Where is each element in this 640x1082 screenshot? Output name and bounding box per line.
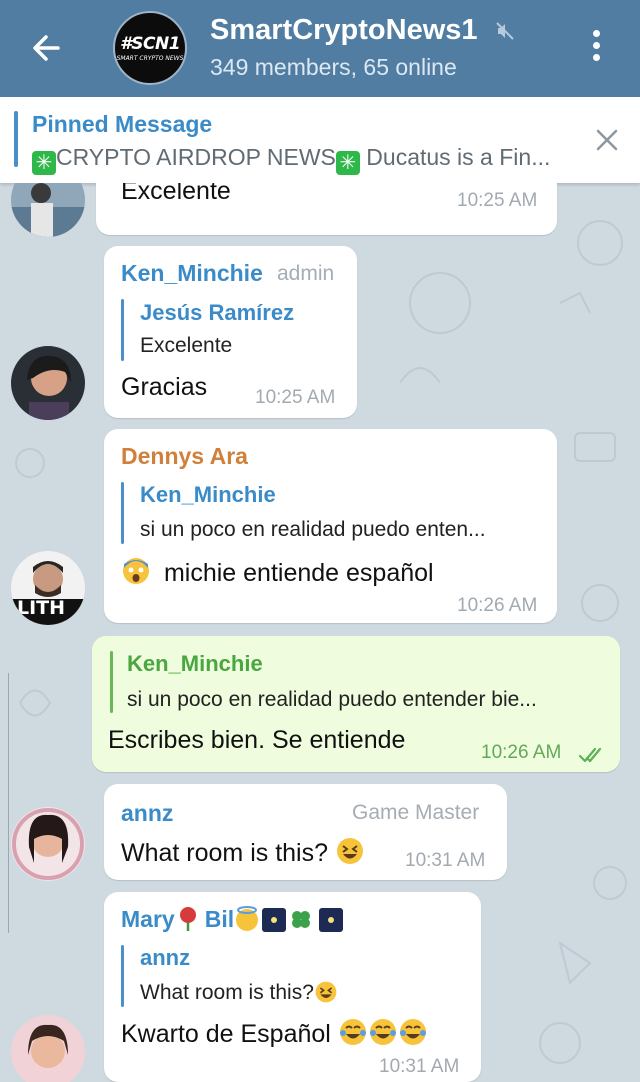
back-arrow-icon[interactable] bbox=[28, 28, 72, 68]
group-subtitle: 349 members, 65 online bbox=[210, 54, 457, 80]
rose-emoji-icon bbox=[179, 907, 196, 931]
avatar[interactable] bbox=[11, 807, 85, 881]
message-text-row: What room is this? bbox=[121, 836, 365, 868]
reply-sender-name[interactable]: Ken_Minchie bbox=[140, 482, 276, 508]
sender-role: Game Master bbox=[352, 801, 480, 824]
sender-role: admin bbox=[277, 262, 335, 285]
chat-area[interactable]: Excelente 10:25 AM Ken_Minchie admin Jes… bbox=[0, 183, 640, 1082]
avatar[interactable] bbox=[11, 1015, 85, 1082]
message-text-row: michie entiende español bbox=[121, 556, 434, 588]
more-options-icon[interactable] bbox=[588, 30, 604, 66]
sparkle-emoji-icon: ✳ bbox=[32, 151, 56, 175]
sender-name-row[interactable]: Mary Bil bbox=[121, 906, 344, 933]
message-time: 10:26 AM bbox=[481, 742, 562, 763]
message-text-row: Kwarto de Español bbox=[121, 1017, 428, 1049]
message-bubble[interactable]: Ken_Minchie admin Jesús Ramírez Excelent… bbox=[104, 246, 357, 418]
sender-name[interactable]: Dennys Ara bbox=[121, 443, 248, 470]
reply-sender-name[interactable]: Ken_Minchie bbox=[127, 651, 263, 677]
double-check-icon bbox=[578, 747, 602, 763]
night-sky-emoji-icon bbox=[319, 908, 344, 932]
reply-accent-bar bbox=[121, 945, 124, 1007]
group-title[interactable]: SmartCryptoNews1 bbox=[210, 14, 478, 47]
message-time: 10:26 AM bbox=[457, 595, 538, 616]
message-time: 10:31 AM bbox=[405, 850, 486, 871]
message-text: Escribes bien. Se entiende bbox=[108, 726, 406, 754]
halo-emoji-icon bbox=[236, 906, 259, 931]
reply-accent-bar bbox=[110, 651, 113, 713]
pinned-text-main: CRYPTO AIRDROP NEWS bbox=[56, 144, 336, 170]
sparkle-emoji-icon: ✳ bbox=[335, 151, 360, 175]
scream-emoji-icon bbox=[123, 558, 149, 584]
scroll-handle[interactable] bbox=[0, 673, 9, 933]
message-time: 10:25 AM bbox=[255, 387, 336, 408]
avatar[interactable] bbox=[11, 346, 85, 420]
tears-of-joy-emoji-icon bbox=[399, 1019, 426, 1045]
pinned-text-after: Ducatus is a Fin... bbox=[366, 144, 551, 170]
clover-emoji-icon bbox=[292, 911, 311, 928]
chat-header: #SCN1 SMART CRYPTO NEWS SmartCryptoNews1… bbox=[0, 0, 640, 97]
message-bubble[interactable]: annz Game Master What room is this? 10:3… bbox=[104, 784, 507, 880]
laughing-emoji-icon bbox=[336, 838, 363, 864]
close-icon[interactable] bbox=[594, 127, 620, 153]
reply-accent-bar bbox=[121, 482, 124, 544]
reply-text: What room is this? bbox=[140, 981, 314, 1004]
message-text: michie entiende español bbox=[163, 559, 434, 587]
sender-name: Mary bbox=[121, 906, 175, 932]
message-bubble[interactable]: Excelente 10:25 AM bbox=[96, 183, 557, 235]
muted-speaker-icon bbox=[496, 22, 514, 40]
sender-name[interactable]: Ken_Minchie bbox=[121, 260, 263, 287]
group-avatar[interactable]: #SCN1 SMART CRYPTO NEWS bbox=[113, 11, 187, 85]
night-sky-emoji-icon bbox=[262, 908, 287, 932]
pinned-message-text: ✳ CRYPTO AIRDROP NEWS ✳ Ducatus is a Fin..… bbox=[32, 144, 550, 175]
reply-text[interactable]: si un poco en realidad puedo entender bi… bbox=[127, 688, 537, 712]
message-bubble[interactable]: Mary Bil annz What room is this? Kwarto d… bbox=[104, 892, 481, 1082]
reply-sender-name[interactable]: Jesús Ramírez bbox=[140, 300, 294, 326]
group-avatar-logo-text: #SCN1 bbox=[119, 34, 181, 54]
reply-sender-name[interactable]: annz bbox=[140, 945, 190, 971]
message-text: Excelente bbox=[121, 183, 231, 205]
pinned-message-bar[interactable]: Pinned Message ✳ CRYPTO AIRDROP NEWS ✳ Duc… bbox=[0, 97, 640, 183]
message-time: 10:25 AM bbox=[457, 190, 538, 211]
reply-accent-bar bbox=[121, 299, 124, 361]
reply-text[interactable]: si un poco en realidad puedo enten... bbox=[140, 518, 486, 542]
message-bubble-outgoing[interactable]: Ken_Minchie si un poco en realidad puedo… bbox=[92, 636, 620, 772]
pinned-title: Pinned Message bbox=[32, 111, 213, 137]
pinned-accent-bar bbox=[14, 111, 18, 167]
tears-of-joy-emoji-icon bbox=[339, 1019, 366, 1045]
sender-name[interactable]: annz bbox=[121, 800, 173, 827]
avatar-label: LITH bbox=[17, 597, 66, 619]
message-text: Gracias bbox=[121, 373, 208, 401]
reply-text-row[interactable]: What room is this? bbox=[140, 980, 338, 1005]
message-text: Kwarto de Español bbox=[121, 1020, 331, 1048]
avatar[interactable]: LITH bbox=[11, 551, 85, 625]
message-time: 10:31 AM bbox=[379, 1056, 460, 1077]
sender-name-part2: Bil bbox=[204, 906, 235, 932]
reply-text[interactable]: Excelente bbox=[140, 334, 232, 358]
message-bubble[interactable]: Dennys Ara Ken_Minchie si un poco en rea… bbox=[104, 429, 557, 623]
group-avatar-logo-subtext: SMART CRYPTO NEWS bbox=[116, 55, 184, 62]
laughing-emoji-icon bbox=[315, 981, 337, 1003]
tears-of-joy-emoji-icon bbox=[369, 1019, 396, 1045]
message-text: What room is this? bbox=[121, 839, 329, 867]
